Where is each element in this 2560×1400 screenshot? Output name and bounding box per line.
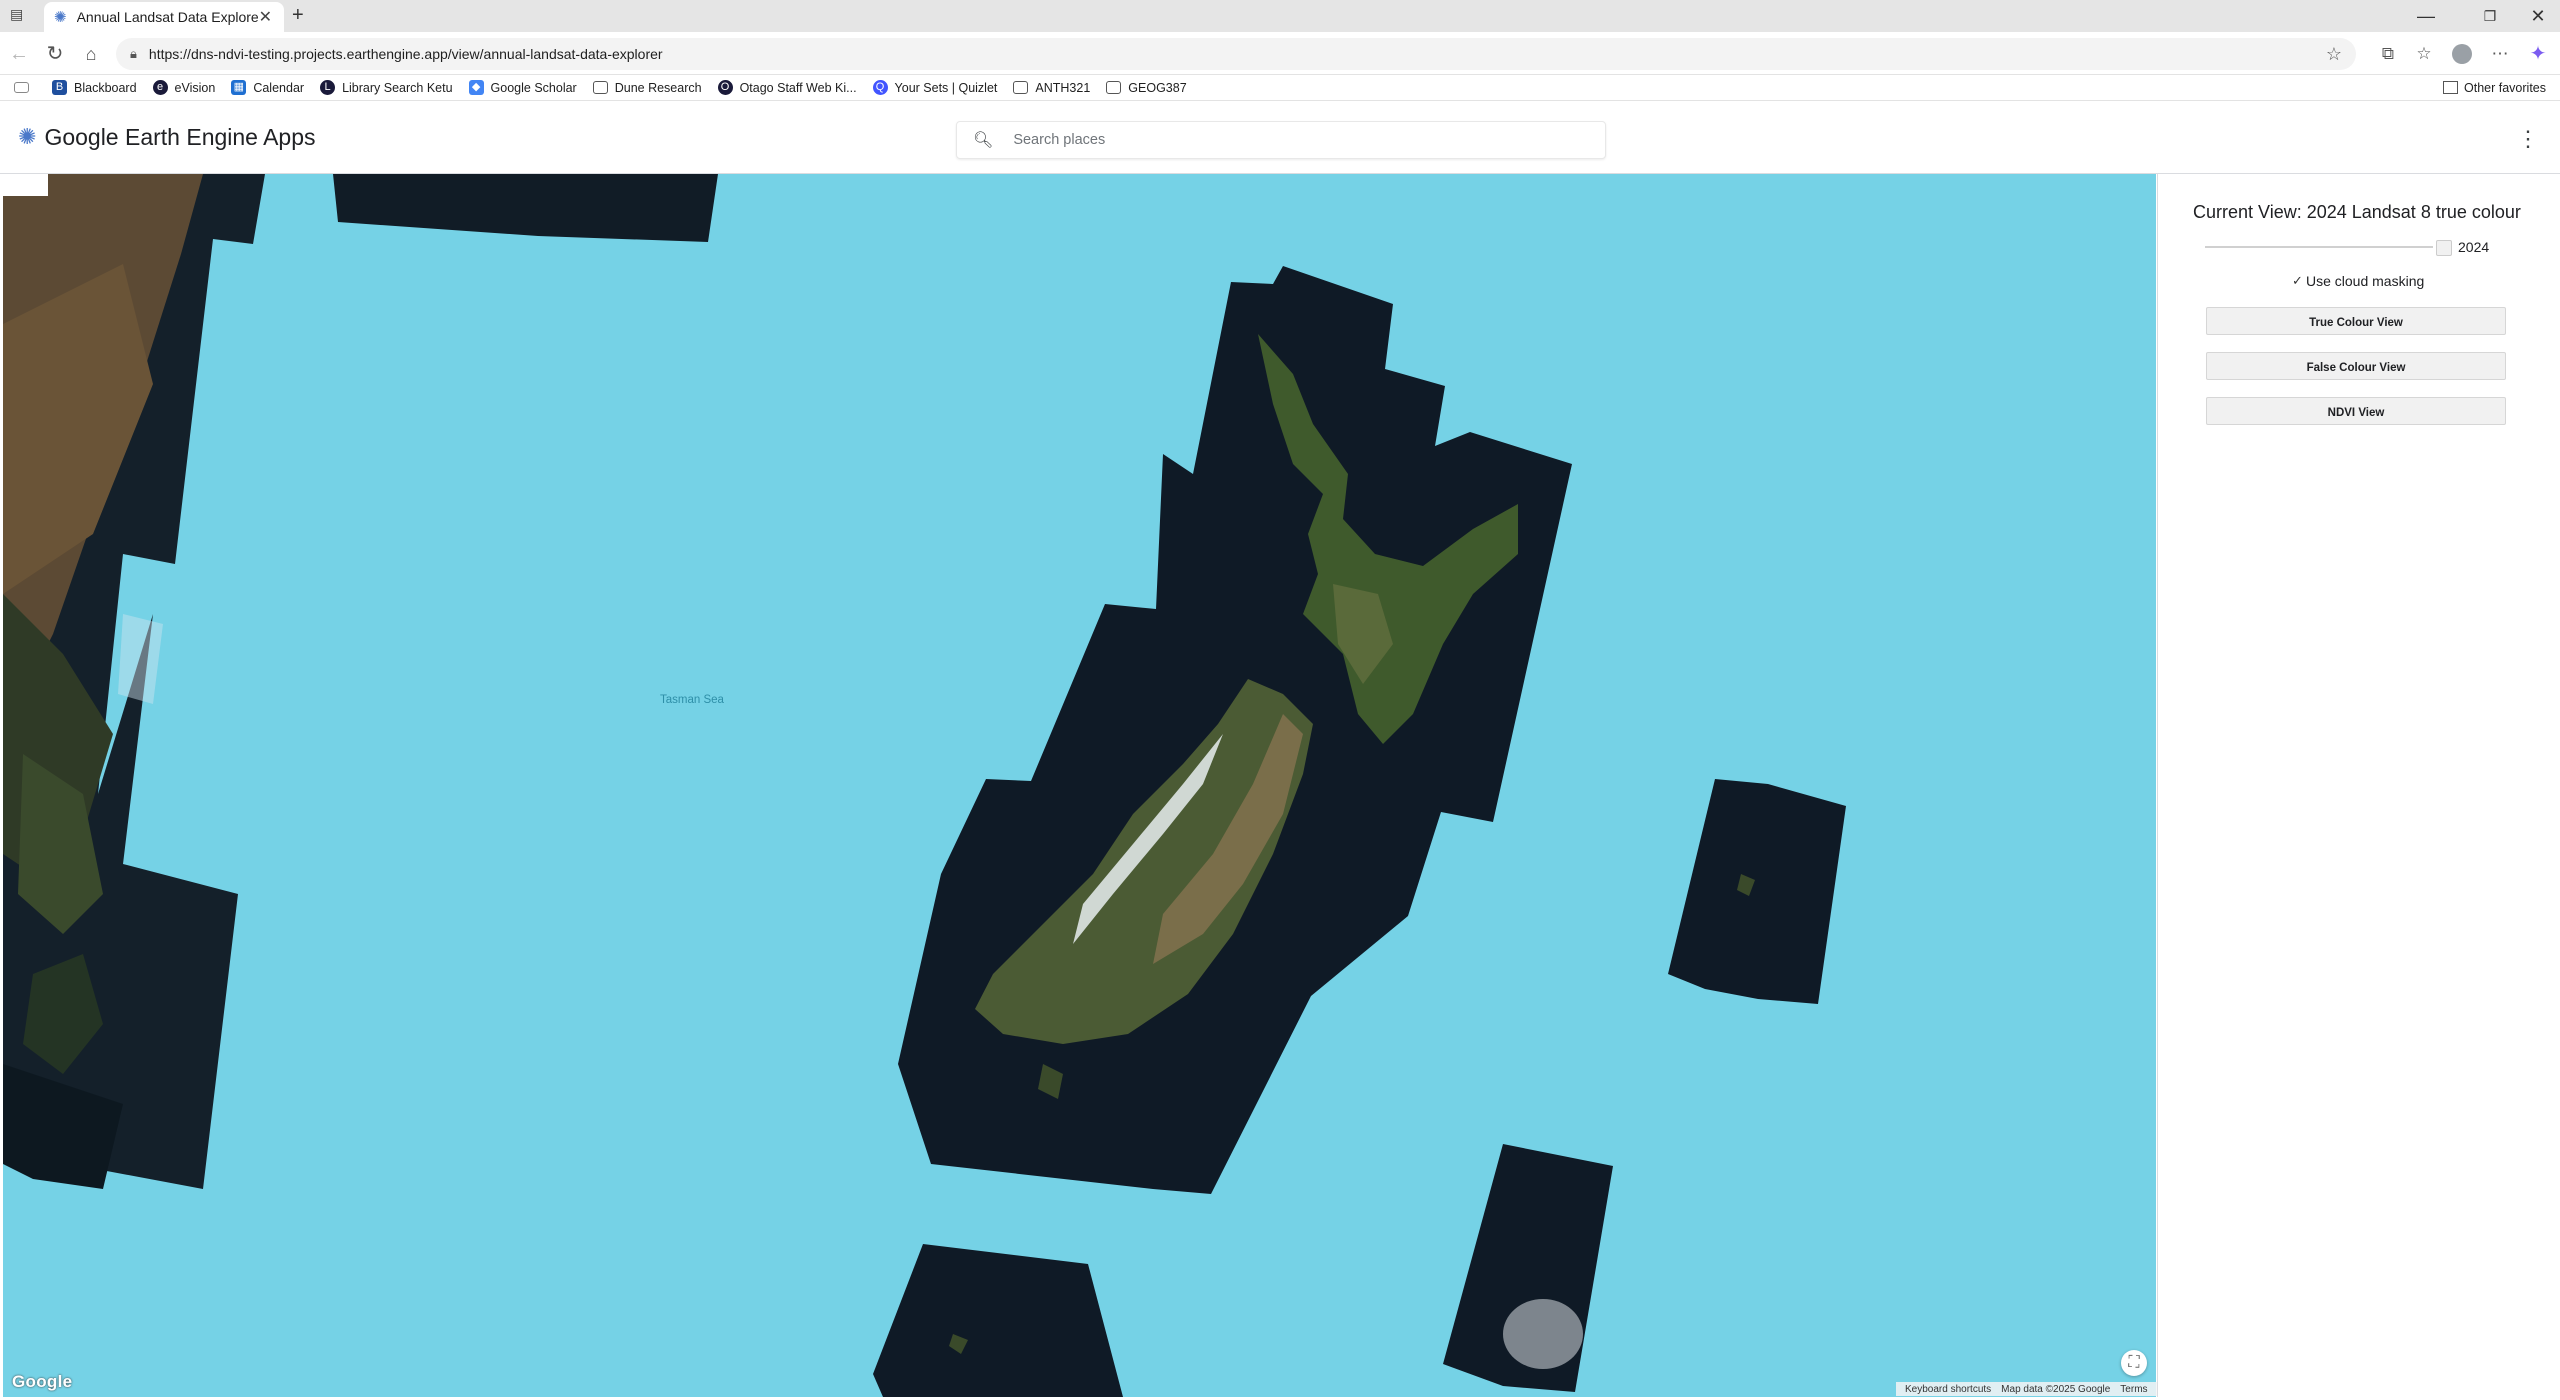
back-icon[interactable]: ← [6, 41, 32, 67]
folder-icon [2443, 81, 2459, 94]
current-view-title: Current View: 2024 Landsat 8 true colour [2193, 202, 2521, 222]
bookmarks-menu-icon[interactable] [14, 82, 36, 93]
search-input[interactable] [1011, 131, 1576, 149]
favorites-icon[interactable]: ☆ [2410, 40, 2438, 68]
bookmark-google-scholar[interactable]: ◆ Google Scholar [468, 80, 577, 95]
tab-actions-icon[interactable]: ▤ [10, 6, 23, 23]
bookmark-blackboard[interactable]: B Blackboard [52, 80, 137, 95]
chatham-imagery [1668, 779, 1846, 1004]
address-bar[interactable]: 🔒︎ https://dns-ndvi-testing.projects.ear… [116, 38, 2356, 70]
false-colour-view-button[interactable]: False Colour View [2206, 352, 2506, 380]
scholar-icon: ◆ [468, 80, 484, 95]
search-icon: 🔍︎ [973, 132, 994, 149]
url-text[interactable]: https://dns-ndvi-testing.projects.earthe… [149, 46, 2326, 62]
year-slider-thumb[interactable] [2436, 240, 2452, 256]
library-icon: L [320, 80, 336, 95]
fullscreen-icon[interactable]: ⛶ [2121, 1350, 2147, 1376]
folder-icon [592, 81, 608, 94]
blackboard-icon: B [52, 80, 67, 95]
bookmark-quizlet[interactable]: Q Your Sets | Quizlet [872, 80, 997, 95]
bookmark-library-search[interactable]: L Library Search Ketu [320, 80, 453, 95]
year-slider-value: 2024 [2458, 239, 2490, 255]
satellite-imagery [3, 174, 1846, 1397]
earth-engine-logo-icon: ✺ [18, 124, 37, 149]
bookmark-evision[interactable]: e eVision [152, 80, 215, 95]
favorite-star-icon[interactable]: ☆ [2326, 44, 2342, 65]
tab-close-icon[interactable]: ✕ [259, 7, 272, 27]
bookmark-anth321[interactable]: ANTH321 [1013, 81, 1090, 95]
calendar-icon: ▦ [231, 80, 247, 95]
profile-avatar-icon[interactable] [2448, 40, 2476, 68]
map-attribution: Keyboard shortcuts Map data ©2025 Google… [1896, 1382, 2157, 1396]
bookmark-otago-staff[interactable]: O Otago Staff Web Ki... [717, 80, 857, 95]
minimize-icon[interactable]: — [2406, 4, 2446, 28]
site-info-icon[interactable]: 🔒︎ [130, 46, 137, 62]
new-zealand-imagery [898, 266, 1572, 1194]
browser-tab-strip [0, 0, 2560, 32]
tasman-sea-label: Tasman Sea [660, 694, 724, 706]
bookmark-dune-research[interactable]: Dune Research [592, 81, 702, 95]
map-corner-control [3, 174, 48, 196]
app-title: Google Earth Engine Apps [44, 123, 316, 150]
window-close-icon[interactable]: ✕ [2518, 4, 2558, 28]
browser-tab[interactable]: ✺ Annual Landsat Data Explorer ✕ [44, 2, 284, 32]
australia-imagery [3, 174, 718, 1189]
other-favorites[interactable]: Other favorites [2443, 75, 2546, 100]
year-slider-track[interactable] [2205, 246, 2433, 248]
more-options-icon[interactable]: ⋯ [2486, 40, 2514, 68]
true-colour-view-button[interactable]: True Colour View [2206, 307, 2506, 335]
home-icon[interactable]: ⌂ [78, 41, 104, 67]
new-tab-icon[interactable]: + [292, 4, 304, 27]
restore-icon[interactable]: ❐ [2470, 4, 2510, 28]
evision-icon: e [152, 80, 168, 95]
cloud-masking-label: Use cloud masking [2306, 273, 2425, 289]
reload-icon[interactable]: ↻ [42, 41, 68, 67]
bookmarks-bar: B Blackboard e eVision ▦ Calendar L Library … [0, 75, 2560, 101]
otago-icon: O [717, 80, 733, 95]
app-logo[interactable]: ✺ Google Earth Engine Apps [18, 120, 316, 154]
app-menu-icon[interactable]: ⋮ [2514, 124, 2542, 154]
extensions-icon[interactable]: ⧉ [2374, 40, 2402, 68]
keyboard-shortcuts-link[interactable]: Keyboard shortcuts [1905, 1384, 1991, 1395]
earth-engine-favicon-icon: ✺ [54, 9, 67, 26]
quizlet-icon: Q [872, 80, 888, 95]
folder-icon [1106, 81, 1122, 94]
cloud-masking-option[interactable]: ✓ Use cloud masking [2292, 273, 2424, 289]
map-data-credit: Map data ©2025 Google [2001, 1383, 2111, 1395]
ndvi-view-button[interactable]: NDVI View [2206, 397, 2506, 425]
folder-icon [1013, 81, 1029, 94]
map-canvas[interactable] [3, 174, 2156, 1397]
terms-link[interactable]: Terms [2120, 1384, 2147, 1395]
copilot-icon[interactable]: ✦ [2524, 40, 2552, 68]
bookmark-geog387[interactable]: GEOG387 [1106, 81, 1187, 95]
cloud-masking-checkbox[interactable]: ✓ [2292, 274, 2304, 288]
tab-title: Annual Landsat Data Explorer [76, 9, 259, 25]
subantarctic-imagery-south [873, 1244, 1123, 1397]
bookmark-calendar[interactable]: ▦ Calendar [231, 80, 304, 95]
search-box[interactable]: 🔍︎ [956, 121, 1606, 159]
google-map-logo: Google [12, 1372, 73, 1391]
